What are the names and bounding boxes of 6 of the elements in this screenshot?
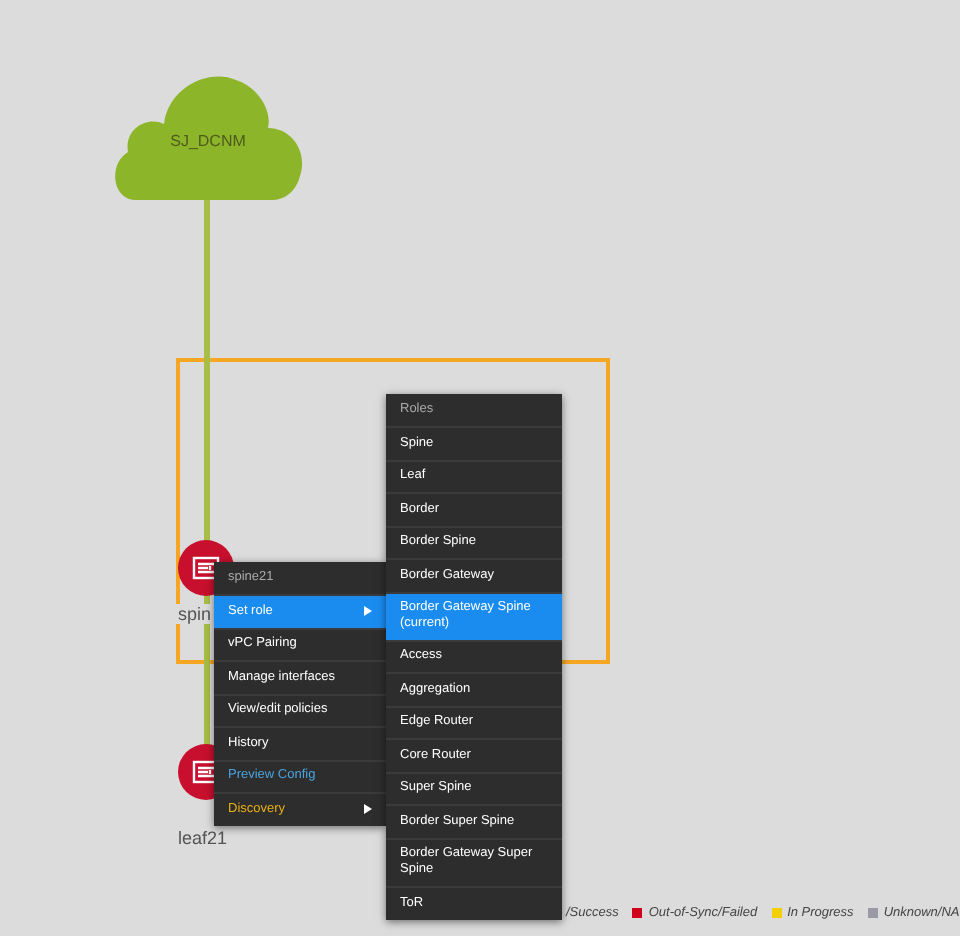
node-label: spin [176,604,212,624]
submenu-arrow-icon [364,606,372,617]
submenu-arrow-icon [364,804,372,815]
switch-icon [192,556,220,580]
cloud-label: SJ_DCNM [168,132,248,150]
node-label: leaf21 [176,828,228,848]
